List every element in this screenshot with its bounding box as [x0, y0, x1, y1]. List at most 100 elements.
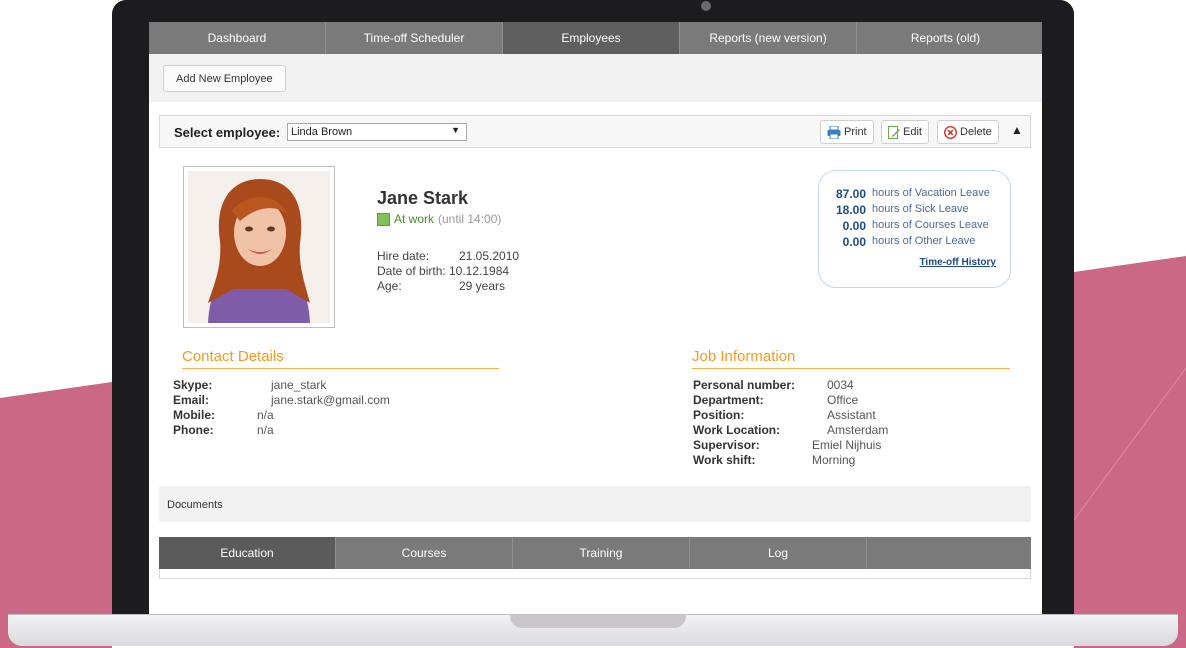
edit-icon	[888, 125, 900, 139]
leave-hours: 0.00	[842, 235, 866, 249]
contact-value: jane_stark	[271, 378, 327, 392]
job-row: Work shift: Morning	[693, 453, 888, 468]
tab-reports-old[interactable]: Reports (old)	[857, 22, 1034, 54]
delete-label: Delete	[960, 126, 992, 138]
job-key: Work shift:	[693, 453, 756, 467]
add-employee-button[interactable]: Add New Employee	[163, 65, 286, 92]
contact-value: n/a	[257, 408, 274, 422]
employee-photo	[188, 171, 330, 323]
leave-row: 0.00 hours of Courses Leave	[819, 219, 998, 235]
job-value: 0034	[827, 378, 854, 392]
leave-type: hours of Courses Leave	[872, 219, 989, 231]
leave-hours: 0.00	[842, 219, 866, 233]
employee-toolbar: Add New Employee	[149, 54, 1042, 102]
contact-value: n/a	[257, 423, 274, 437]
tab-empty	[867, 537, 1031, 569]
job-key: Personal number:	[693, 378, 796, 392]
leave-row: 0.00 hours of Other Leave	[819, 235, 998, 251]
tab-log[interactable]: Log	[690, 537, 867, 569]
hire-date-label: Hire date:	[377, 249, 430, 263]
employee-dropdown-value: Linda Brown	[291, 126, 353, 138]
leave-hours: 87.00	[835, 187, 866, 201]
job-value: Office	[827, 393, 859, 407]
dropdown-caret-icon: ▼	[451, 125, 460, 135]
work-status: At work (until 14:00)	[377, 212, 501, 226]
time-off-history-link[interactable]: Time-off History	[920, 257, 997, 268]
job-row: Department: Office	[693, 393, 888, 408]
job-value: Emiel Nijhuis	[812, 438, 882, 452]
contact-details-table: Skype: jane_stark Email: jane.stark@gmai…	[173, 378, 390, 438]
job-row: Personal number: 0034	[693, 378, 888, 393]
contact-key: Mobile:	[173, 408, 215, 422]
age-value: 29 years	[459, 279, 506, 293]
status-label: At work	[394, 212, 435, 226]
leave-row: 87.00 hours of Vacation Leave	[819, 187, 998, 203]
contact-key: Phone:	[173, 423, 214, 437]
delete-icon	[944, 125, 957, 139]
employee-selector-bar: Select employee: Linda Brown ▼ Print Edi…	[159, 115, 1031, 148]
edit-button[interactable]: Edit	[881, 120, 929, 144]
job-information-heading: Job Information	[692, 348, 796, 365]
employee-name: Jane Stark	[377, 188, 469, 208]
fact-row: Hire date: 21.05.2010	[377, 249, 519, 264]
dob-value: 10.12.1984	[449, 264, 510, 278]
hire-date-value: 21.05.2010	[459, 249, 520, 263]
contact-key: Email:	[173, 393, 210, 407]
detail-tabs: Education Courses Training Log	[159, 537, 1031, 569]
contact-row: Phone: n/a	[173, 423, 390, 438]
print-label: Print	[844, 126, 867, 138]
tab-education[interactable]: Education	[159, 537, 336, 569]
leave-type: hours of Sick Leave	[872, 203, 969, 215]
contact-row: Email: jane.stark@gmail.com	[173, 393, 390, 408]
contact-value: jane.stark@gmail.com	[271, 393, 390, 407]
dob-label: Date of birth:	[377, 264, 446, 278]
edit-label: Edit	[903, 126, 922, 138]
leave-type: hours of Vacation Leave	[872, 187, 990, 199]
job-row: Work Location: Amsterdam	[693, 423, 888, 438]
tab-employees[interactable]: Employees	[503, 22, 680, 54]
job-value: Amsterdam	[827, 423, 889, 437]
employee-facts: Hire date: 21.05.2010 Date of birth: 10.…	[377, 249, 519, 294]
employee-dropdown[interactable]: Linda Brown ▼	[287, 123, 467, 141]
camera-icon	[701, 1, 711, 11]
age-label: Age:	[377, 279, 402, 293]
job-key: Position:	[693, 408, 745, 422]
fact-row: Age: 29 years	[377, 279, 519, 294]
employee-photo-frame	[183, 166, 335, 328]
job-information-table: Personal number: 0034 Department: Office…	[693, 378, 888, 468]
contact-key: Skype:	[173, 378, 213, 392]
printer-icon	[827, 125, 841, 139]
contact-details-heading: Contact Details	[182, 348, 284, 365]
delete-button[interactable]: Delete	[937, 120, 999, 144]
app-screen: Dashboard Time-off Scheduler Employees R…	[149, 22, 1042, 614]
tab-training[interactable]: Training	[513, 537, 690, 569]
leave-hours: 18.00	[835, 203, 866, 217]
select-employee-label: Select employee:	[174, 125, 281, 140]
contact-row: Skype: jane_stark	[173, 378, 390, 393]
contact-row: Mobile: n/a	[173, 408, 390, 423]
job-divider	[692, 368, 1010, 369]
job-row: Position: Assistant	[693, 408, 888, 423]
status-indicator-icon	[377, 212, 390, 226]
tab-dashboard[interactable]: Dashboard	[149, 22, 326, 54]
tab-reports-new[interactable]: Reports (new version)	[680, 22, 857, 54]
leave-type: hours of Other Leave	[872, 235, 976, 247]
documents-section[interactable]: Documents	[159, 486, 1031, 522]
tab-courses[interactable]: Courses	[336, 537, 513, 569]
fact-row: Date of birth: 10.12.1984	[377, 264, 519, 279]
top-navigation: Dashboard Time-off Scheduler Employees R…	[149, 22, 1042, 54]
job-value: Assistant	[827, 408, 876, 422]
job-row: Supervisor: Emiel Nijhuis	[693, 438, 888, 453]
contact-divider	[182, 368, 499, 369]
job-key: Department:	[693, 393, 764, 407]
print-button[interactable]: Print	[820, 120, 874, 144]
job-value: Morning	[812, 453, 856, 467]
job-key: Supervisor:	[693, 438, 760, 452]
laptop-notch	[510, 614, 686, 628]
documents-label: Documents	[167, 499, 223, 511]
leave-row: 18.00 hours of Sick Leave	[819, 203, 998, 219]
tab-time-off-scheduler[interactable]: Time-off Scheduler	[326, 22, 503, 54]
job-key: Work Location:	[693, 423, 781, 437]
collapse-chevron-icon[interactable]: ▲	[1011, 123, 1023, 137]
status-until: (until 14:00)	[438, 212, 502, 226]
